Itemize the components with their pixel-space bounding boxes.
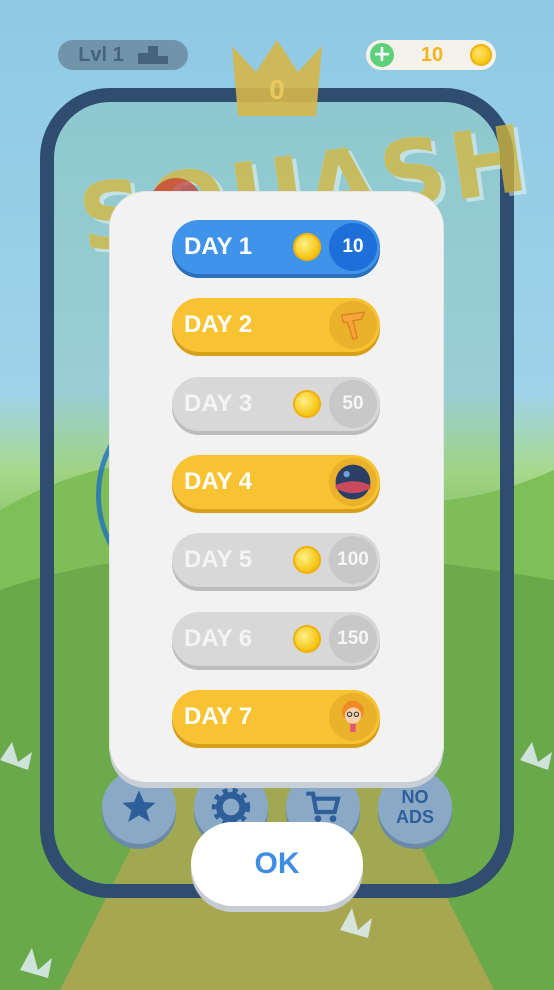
day-1-reward[interactable]: DAY 1 10 <box>172 220 380 274</box>
coin-pill[interactable]: + 10 <box>366 40 496 70</box>
coin-icon <box>470 44 492 66</box>
reward-amount: 100 <box>329 536 377 584</box>
ball-skin-icon <box>329 458 377 506</box>
day-3-reward[interactable]: DAY 3 50 <box>172 377 380 431</box>
reward-amount: 50 <box>329 380 377 428</box>
day-6-reward[interactable]: DAY 6 150 <box>172 612 380 666</box>
day-4-reward[interactable]: DAY 4 <box>172 455 380 509</box>
level-pill[interactable]: Lvl 1 <box>58 40 188 70</box>
day-5-reward[interactable]: DAY 5 100 <box>172 533 380 587</box>
leaderboard-icon <box>137 46 168 64</box>
gear-icon <box>211 787 251 827</box>
star-icon <box>122 790 156 822</box>
coin-icon <box>293 546 321 574</box>
racket-icon <box>329 301 377 349</box>
day-2-reward[interactable]: DAY 2 <box>172 298 380 352</box>
ok-button[interactable]: OK <box>191 822 363 906</box>
no-ads-label: NO ADS <box>395 787 434 827</box>
add-coins-icon[interactable]: + <box>370 43 394 67</box>
day-7-reward[interactable]: DAY 7 <box>172 690 380 744</box>
character-icon <box>329 693 377 741</box>
crown-count: 0 <box>269 74 285 105</box>
cart-icon <box>306 791 341 822</box>
reward-amount: 150 <box>329 615 377 663</box>
coin-icon <box>293 390 321 418</box>
coin-icon <box>293 625 321 653</box>
coin-icon <box>293 233 321 261</box>
reward-amount: 10 <box>329 223 377 271</box>
level-label: Lvl 1 <box>78 43 124 66</box>
coin-count: 10 <box>420 43 444 66</box>
